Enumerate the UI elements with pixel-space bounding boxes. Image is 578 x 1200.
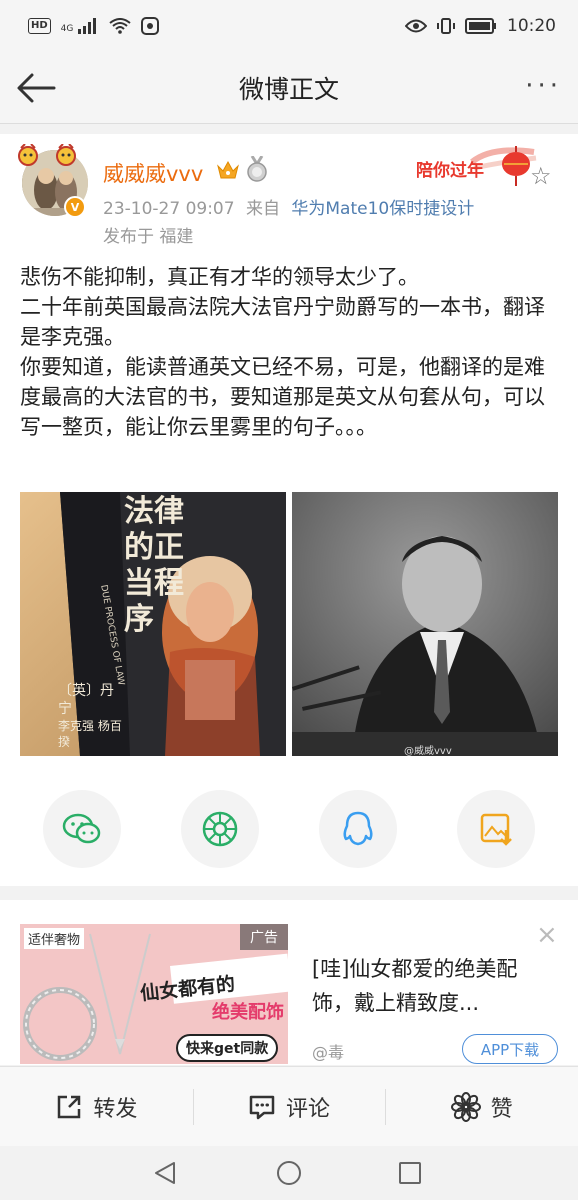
wechat-icon [62, 813, 101, 844]
share-qq-button[interactable] [319, 790, 397, 868]
avatar-ox-decoration-icon [18, 144, 76, 166]
post-content: 悲伤不能抑制，真正有才华的领导太少了。 二十年前英国最高法院大法官丹宁勋爵写的一… [20, 262, 560, 442]
nav-back-icon[interactable] [152, 1160, 178, 1186]
nav-recents-icon[interactable] [398, 1161, 422, 1185]
post-paragraph: 二十年前英国最高法院大法官丹宁勋爵写的一本书，翻译是李克强。 [20, 295, 545, 349]
medal-icon [247, 156, 267, 182]
book-title: 法律的正当程序 [124, 494, 184, 637]
hd-indicator: HD [28, 18, 51, 34]
festival-badge: 陪你过年 [412, 144, 538, 190]
eye-icon [405, 19, 427, 33]
image-watermark: @威威vvv [404, 746, 452, 756]
repost-icon [58, 1095, 81, 1118]
comment-icon [249, 1095, 275, 1119]
moments-icon [202, 811, 238, 847]
system-nav-bar [0, 1146, 578, 1200]
post-image-portrait[interactable]: @威威vvv [292, 492, 558, 756]
ad-title[interactable]: [哇]仙女都爱的绝美配饰，戴上精致度... [312, 952, 552, 1020]
verified-badge-icon: V [64, 196, 86, 218]
comment-label: 评论 [286, 1096, 331, 1122]
signal-icon: 4G [61, 18, 100, 34]
divider [192, 1089, 194, 1125]
repost-button[interactable]: 转发 [0, 1067, 193, 1146]
more-options-icon[interactable]: ··· [525, 73, 562, 99]
device-source[interactable]: 华为Mate10保时捷设计 [291, 199, 474, 219]
ad-card[interactable]: 适伴奢物 广告 仙女都有的 绝美配饰 快来get同款 × [哇]仙女都爱的绝美配… [0, 900, 578, 1065]
post-image-book[interactable]: 法律的正当程序 DUE PROCESS OF LAW 〔英〕丹宁 李克强 杨百揆 [20, 492, 286, 756]
ad-tag: 适伴奢物 [24, 928, 85, 949]
book-author: 〔英〕丹宁 [58, 683, 114, 717]
vip-crown-icon [217, 160, 239, 179]
app-download-button[interactable]: APP下载 [462, 1034, 558, 1064]
app-notification-icon [141, 17, 160, 35]
post-timestamp: 23-10-27 09:07 [103, 199, 235, 219]
page-header: 微博正文 ··· [0, 52, 578, 124]
bottom-action-bar: 转发 评论 赞 [0, 1066, 578, 1146]
from-label: 来自 [245, 199, 280, 219]
share-row [0, 790, 578, 868]
clock: 10:20 [507, 16, 556, 36]
like-flower-icon [450, 1091, 481, 1122]
festival-text: 陪你过年 [416, 161, 484, 181]
wifi-icon [109, 18, 131, 34]
share-wechat-button[interactable] [43, 790, 121, 868]
divider [385, 1089, 387, 1125]
page-title: 微博正文 [238, 74, 339, 104]
book-translators: 李克强 杨百揆 [58, 719, 122, 749]
post-location: 发布于 福建 [103, 227, 194, 247]
ad-label: 广告 [240, 924, 288, 950]
ad-image[interactable]: 适伴奢物 广告 仙女都有的 绝美配饰 快来get同款 [20, 924, 288, 1064]
username[interactable]: 威威威vvv [103, 158, 203, 188]
like-label: 赞 [490, 1096, 513, 1122]
save-image-button[interactable] [457, 790, 535, 868]
network-type: 4G [60, 24, 74, 34]
post-paragraph: 悲伤不能抑制，真正有才华的领导太少了。 [20, 265, 419, 289]
status-bar: HD 4G 10:20 [0, 0, 578, 52]
battery-icon [465, 18, 496, 34]
favorite-star-icon[interactable]: ☆ [530, 162, 552, 190]
ad-close-icon[interactable]: × [536, 920, 558, 950]
share-moments-button[interactable] [181, 790, 259, 868]
vibrate-icon [437, 18, 455, 34]
ad-image-button: 快来get同款 [176, 1034, 279, 1062]
comment-button[interactable]: 评论 [192, 1067, 386, 1146]
save-image-icon [480, 813, 512, 846]
back-arrow-icon[interactable] [14, 70, 58, 106]
like-button[interactable]: 赞 [385, 1067, 578, 1146]
post-meta: 23-10-27 09:07 来自 华为Mate10保时捷设计 [103, 194, 474, 219]
weibo-post: V 威威威vvv 23-10-27 09:07 来自 华为Mate10保时捷设计… [0, 134, 578, 886]
ad-source: @毒 [312, 1043, 345, 1062]
post-paragraph: 你要知道，能读普通英文已经不易，可是，他翻译的是难度最高的大法官的书，要知道那是… [20, 355, 545, 439]
repost-label: 转发 [93, 1096, 138, 1122]
qq-icon [343, 811, 373, 846]
ad-image-line2: 绝美配饰 [212, 1002, 284, 1023]
nav-home-icon[interactable] [276, 1160, 302, 1186]
